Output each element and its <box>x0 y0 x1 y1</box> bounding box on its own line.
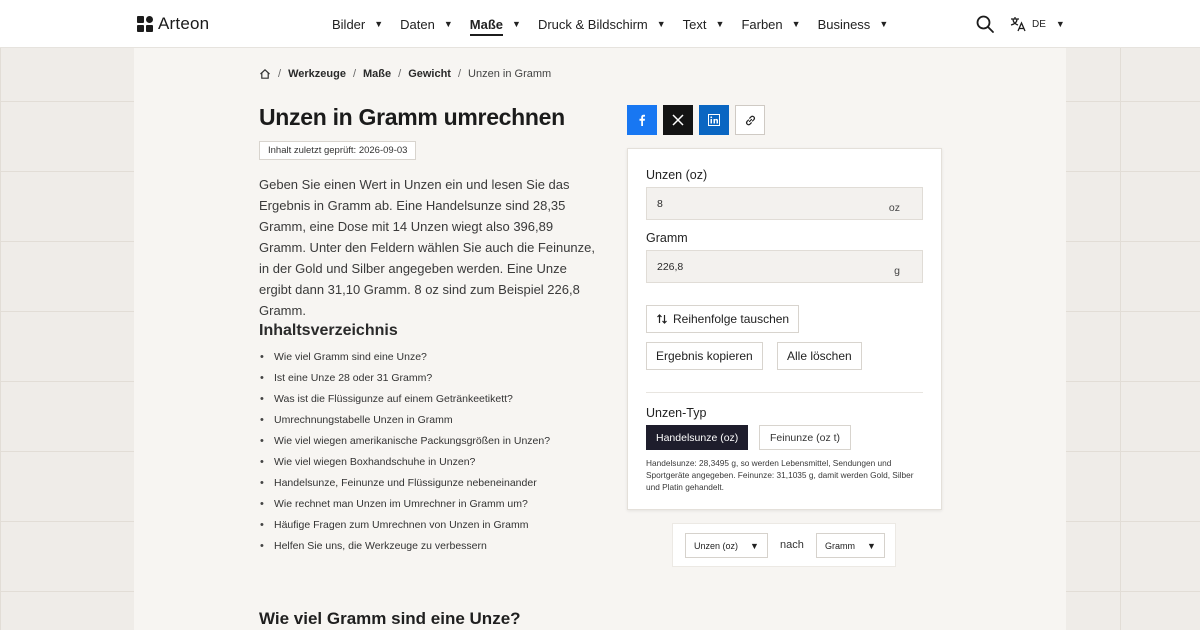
nav-item-business[interactable]: Business ▼ <box>818 14 889 34</box>
toc-link[interactable]: Umrechnungstabelle Unzen in Gramm <box>259 411 550 432</box>
share-x-button[interactable] <box>663 105 693 135</box>
clear-all-label: Alle löschen <box>787 349 852 363</box>
grams-unit: g <box>894 265 900 277</box>
facebook-icon <box>639 114 645 126</box>
caret-down-icon: ▼ <box>1055 19 1065 29</box>
ounces-value: 8 <box>657 198 663 210</box>
swap-icon <box>657 314 667 324</box>
caret-down-icon: ▼ <box>512 19 521 29</box>
language-code: DE <box>1032 18 1046 30</box>
unit-connector: nach <box>780 539 804 551</box>
search-icon <box>976 15 994 33</box>
share-linkedin-button[interactable] <box>699 105 729 135</box>
caret-down-icon: ▼ <box>750 540 759 551</box>
toc-link[interactable]: Ist eine Unze 28 oder 31 Gramm? <box>259 369 550 390</box>
nav-item-masse[interactable]: Maße ▼ <box>469 14 521 36</box>
breadcrumb-separator: / <box>278 68 282 80</box>
language-selector[interactable]: DE ▼ <box>1010 16 1065 32</box>
home-icon[interactable] <box>259 68 271 80</box>
nav-label: Druck & Bildschirm <box>537 16 648 32</box>
nav-label: Text <box>682 16 707 32</box>
nav-label: Business <box>817 16 871 32</box>
ounces-unit: oz <box>888 202 900 214</box>
search-button[interactable] <box>975 14 995 34</box>
from-unit-value: Unzen (oz) <box>694 540 739 551</box>
breadcrumb-link-gewicht[interactable]: Gewicht <box>408 68 451 80</box>
caret-down-icon: ▼ <box>715 19 725 29</box>
to-unit-value: Gramm <box>825 540 855 551</box>
caret-down-icon: ▼ <box>867 540 876 551</box>
section-heading: Wie viel Gramm sind eine Unze? <box>259 609 521 628</box>
copy-result-button[interactable]: Ergebnis kopieren <box>646 342 763 370</box>
main-nav: Bilder ▼ Daten ▼ Maße ▼ Druck & Bildschirm ▼… <box>332 0 905 48</box>
share-facebook-button[interactable] <box>627 105 657 135</box>
breadcrumb-separator: / <box>398 68 402 80</box>
breadcrumb-current: Unzen in Gramm <box>468 68 552 80</box>
toc-link[interactable]: Häufige Fragen zum Umrechnen von Unzen i… <box>259 516 550 537</box>
toc-link[interactable]: Was ist die Flüssigunze auf einem Geträn… <box>259 390 550 411</box>
page-title: Unzen in Gramm umrechnen <box>259 104 565 130</box>
main-content: / Werkzeuge / Maße / Gewicht / Unzen in … <box>134 48 1066 630</box>
clear-all-button[interactable]: Alle löschen <box>777 342 862 370</box>
converter-panel: Unzen (oz) 8 oz Gramm 226,8 g Reihenfolg… <box>627 148 942 510</box>
to-unit-select[interactable]: Gramm ▼ <box>816 533 885 558</box>
swap-order-label: Reihenfolge tauschen <box>673 312 790 326</box>
toc-link[interactable]: Wie rechnet man Unzen im Umrechner in Gr… <box>259 495 550 516</box>
breadcrumb-separator: / <box>352 68 356 80</box>
nav-item-daten[interactable]: Daten ▼ <box>400 14 453 34</box>
unit-selector-bar: Unzen (oz) ▼ nach Gramm ▼ <box>672 523 896 567</box>
intro-paragraph: Geben Sie einen Wert in Unzen ein und le… <box>259 177 596 318</box>
nav-item-farben[interactable]: Farben ▼ <box>741 14 800 34</box>
input-label: Unzen (oz) <box>646 168 708 182</box>
share-buttons <box>627 105 765 135</box>
ounce-type-label: Unzen-Typ <box>646 406 707 420</box>
nav-label: Daten <box>400 16 435 32</box>
ounce-type-trade-option[interactable]: Handelsunze (oz) <box>646 425 749 450</box>
breadcrumb-separator: / <box>457 68 462 80</box>
linkedin-icon <box>708 114 720 126</box>
nav-item-text[interactable]: Text ▼ <box>683 14 725 34</box>
caret-down-icon: ▼ <box>656 19 666 29</box>
nav-item-druck-bildschirm[interactable]: Druck & Bildschirm ▼ <box>538 14 666 34</box>
ounces-input[interactable]: 8 oz <box>646 187 923 220</box>
logo-icon <box>137 16 153 32</box>
review-date-badge: Inhalt zuletzt geprüft: 2026-09-03 <box>259 141 417 160</box>
copy-link-button[interactable] <box>735 105 765 135</box>
translate-icon <box>1010 17 1026 32</box>
ounce-type-note: Handelsunze: 28,3495 g, so werden Lebens… <box>646 458 914 492</box>
toc-heading: Inhaltsverzeichnis <box>259 322 398 339</box>
breadcrumb: / Werkzeuge / Maße / Gewicht / Unzen in … <box>259 68 551 80</box>
divider <box>646 392 923 393</box>
toc-link[interactable]: Handelsunze, Feinunze und Flüssigunze ne… <box>259 474 550 495</box>
nav-label: Bilder <box>332 16 366 32</box>
toc-link[interactable]: Wie viel wiegen Boxhandschuhe in Unzen? <box>259 453 550 474</box>
breadcrumb-link-werkzeuge[interactable]: Werkzeuge <box>288 68 346 80</box>
caret-down-icon: ▼ <box>374 19 384 29</box>
top-navigation-bar: Arteon Bilder ▼ Daten ▼ Maße ▼ Druck & Bild… <box>0 0 1200 48</box>
toc-link[interactable]: Wie viel wiegen amerikanische Packungsgr… <box>259 432 550 453</box>
toc-link[interactable]: Wie viel Gramm sind eine Unze? <box>259 348 550 369</box>
x-icon <box>672 114 684 126</box>
nav-item-bilder[interactable]: Bilder ▼ <box>332 14 383 34</box>
ounce-type-troy-option[interactable]: Feinunze (oz t) <box>759 425 852 450</box>
breadcrumb-link-masse[interactable]: Maße <box>363 68 391 80</box>
copy-result-label: Ergebnis kopieren <box>656 349 753 363</box>
output-label: Gramm <box>646 231 688 245</box>
table-of-contents: Wie viel Gramm sind eine Unze? Ist eine … <box>259 348 550 558</box>
from-unit-select[interactable]: Unzen (oz) ▼ <box>685 533 768 558</box>
caret-down-icon: ▼ <box>443 19 453 29</box>
logo[interactable]: Arteon <box>137 14 209 34</box>
grams-value: 226,8 <box>657 261 684 273</box>
logo-text: Arteon <box>158 14 210 33</box>
link-icon <box>745 115 755 125</box>
toc-link[interactable]: Helfen Sie uns, die Werkzeuge zu verbess… <box>259 537 550 558</box>
grams-input[interactable]: 226,8 g <box>646 250 923 283</box>
swap-order-button[interactable]: Reihenfolge tauschen <box>646 305 800 333</box>
caret-down-icon: ▼ <box>879 19 889 29</box>
caret-down-icon: ▼ <box>791 19 801 29</box>
nav-label: Maße <box>469 17 504 36</box>
nav-label: Farben <box>741 16 783 32</box>
